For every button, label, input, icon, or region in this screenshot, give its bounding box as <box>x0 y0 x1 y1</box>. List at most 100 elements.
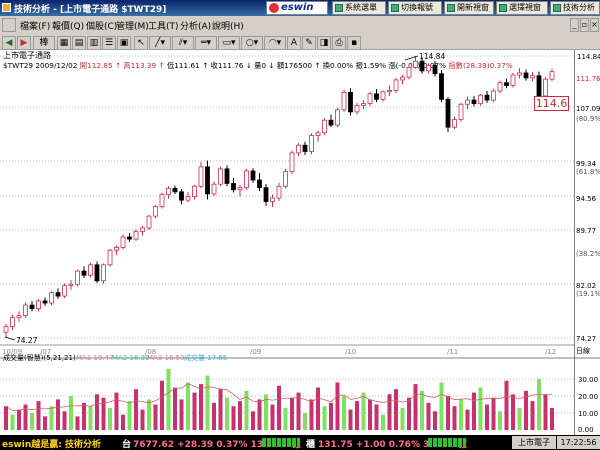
candle-body <box>192 185 197 198</box>
menu-stock[interactable]: 個股(C) <box>86 19 117 32</box>
volume-bar <box>381 414 385 430</box>
volume-bar <box>153 404 158 430</box>
timeframe-label: 日線 <box>576 346 590 355</box>
candle-body <box>387 89 392 93</box>
eswin-logo[interactable]: eswin <box>266 1 328 15</box>
volume-bar <box>218 389 223 430</box>
grid-view-icon[interactable]: ▦ <box>57 36 71 50</box>
save-icon[interactable]: ▪ <box>347 36 361 50</box>
volume-legend: 成交量 17.65 <box>184 353 227 362</box>
select-window-button[interactable]: 選擇視窗 <box>496 1 548 15</box>
minimize-icon[interactable]: _ <box>570 18 579 32</box>
candle-style-button[interactable]: 棒 <box>33 36 55 50</box>
horizontal-line-button[interactable]: ═▾ <box>195 36 217 50</box>
candle-body <box>29 304 35 309</box>
volume-bar <box>257 399 262 430</box>
candle-body <box>231 183 236 191</box>
volume-bar <box>472 392 476 430</box>
candle-body <box>107 249 113 266</box>
volume-bar <box>238 401 242 430</box>
volume-bar <box>199 384 203 430</box>
table-view-icon[interactable]: ▣ <box>117 36 131 50</box>
candle-body <box>478 94 483 104</box>
menu-manage[interactable]: 管理(M) <box>116 19 149 32</box>
arc-tool-button[interactable]: ◠▾ <box>264 36 286 50</box>
swoosh-icon <box>269 3 279 13</box>
eraser-icon[interactable]: ✎ <box>302 36 316 50</box>
brand-status[interactable]: eswin越是贏: 技術分析 <box>2 437 101 450</box>
volume-bar <box>225 397 229 430</box>
month-label: /10 <box>345 348 356 356</box>
color-picker-icon[interactable]: ◨ <box>317 36 331 50</box>
menu-analysis[interactable]: 分析(A) <box>180 19 211 32</box>
candle-body <box>159 194 165 207</box>
rectangle-tool-button[interactable]: ▭▾ <box>218 36 240 50</box>
menu-tools[interactable]: 工具(T) <box>148 19 179 32</box>
twse-label: 台 <box>122 440 132 450</box>
print-icon[interactable]: ⎙ <box>332 36 346 50</box>
status-bar: eswin越是贏: 技術分析 台 7677.62 +28.39 0.37% 13… <box>0 435 600 450</box>
chart-area[interactable]: 上市電子通路 $TWT29 2009/12/02 開112.85 ↑ 高113.… <box>0 50 574 435</box>
candle-body <box>413 60 418 68</box>
chart-canvas[interactable]: 上市電子通路 $TWT29 2009/12/02 開112.85 ↑ 高113.… <box>0 50 574 435</box>
menu-help[interactable]: 說明(H) <box>212 19 244 32</box>
volume-bar <box>231 406 236 430</box>
ellipse-tool-button[interactable]: ○▾ <box>241 36 263 50</box>
candle-body <box>491 90 496 101</box>
volume-bar <box>387 394 392 430</box>
menu-file[interactable]: 檔案(F) <box>20 19 50 32</box>
volume-bar <box>433 411 437 430</box>
candle-body <box>146 215 152 229</box>
split-view-icon[interactable]: ▥ <box>87 36 101 50</box>
volume-bar <box>277 385 281 430</box>
volume-bar <box>23 404 28 430</box>
candle-body <box>458 103 464 120</box>
candle-body <box>211 183 217 195</box>
candle-body <box>270 197 275 202</box>
candle-body <box>367 93 373 104</box>
close-icon[interactable]: × <box>590 18 599 32</box>
volume-bar <box>446 396 450 430</box>
candle-body <box>140 227 145 232</box>
cursor-icon[interactable]: ↖ <box>134 36 148 50</box>
volume-bar <box>160 380 164 430</box>
volume-bar <box>394 389 398 430</box>
draw-line-button[interactable]: ╱▾ <box>149 36 171 50</box>
volume-bar <box>114 392 119 430</box>
candle-body <box>309 135 314 152</box>
volume-bar <box>179 399 184 430</box>
switch-symbol-button[interactable]: 切換報號 <box>388 1 442 15</box>
app-icon <box>2 3 11 12</box>
tech-analysis-button[interactable]: 技術分析 <box>550 1 600 15</box>
candle-body <box>185 196 191 201</box>
price-tick: 99.34 <box>576 160 597 168</box>
app-menu-icon[interactable] <box>2 18 16 32</box>
low-annotation: 74.27 <box>4 336 38 345</box>
volume-tick: 20.00 <box>578 393 598 401</box>
candle-body <box>101 264 106 282</box>
clock-box: 17:22:56 <box>557 436 600 449</box>
chart-view-icon[interactable]: ▤ <box>72 36 86 50</box>
volume-tick: 10.00 <box>578 410 598 418</box>
volume-bar <box>186 382 190 430</box>
volume-bar <box>316 387 320 430</box>
candle-body <box>523 72 529 79</box>
sector-box[interactable]: 上市電子 <box>512 436 556 449</box>
volume-tick: 0.00 <box>578 426 594 434</box>
parallel-line-button[interactable]: ⫽▾ <box>172 36 194 50</box>
new-window-button[interactable]: 開新視窗 <box>444 1 494 15</box>
next-arrow-icon[interactable]: ▶ <box>17 36 31 50</box>
select-icon <box>499 4 507 12</box>
system-menu-button[interactable]: 系統選單 <box>332 1 386 15</box>
text-tool-button[interactable]: A <box>287 36 301 50</box>
candle-body <box>36 300 41 309</box>
volume-bar <box>537 379 541 430</box>
restore-icon[interactable]: ▫ <box>580 18 589 32</box>
menu-quote[interactable]: 報價(Q) <box>52 19 84 32</box>
candle-body <box>302 144 308 152</box>
list-view-icon[interactable]: ☰ <box>102 36 116 50</box>
candle-body <box>549 71 555 80</box>
candle-body <box>49 292 54 304</box>
candle-body <box>153 206 158 217</box>
prev-arrow-icon[interactable]: ◀ <box>2 36 16 50</box>
